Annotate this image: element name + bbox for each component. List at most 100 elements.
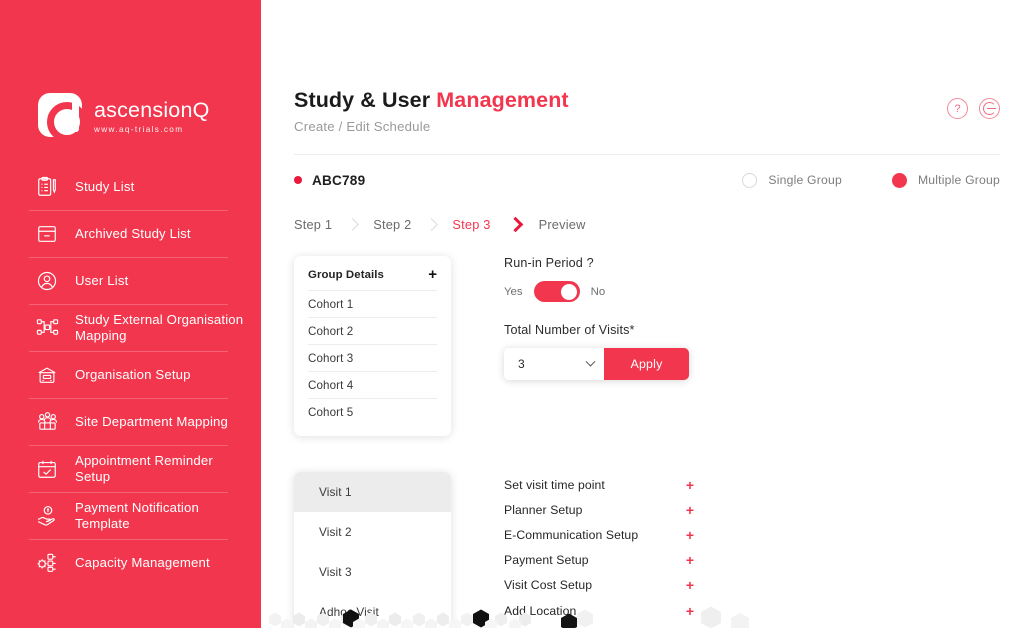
sidebar-item-study-external-organisation-mapping[interactable]: Study External Organisation Mapping	[0, 304, 261, 351]
upper-section: Group Details + Cohort 1 Cohort 2 Cohort…	[294, 256, 1000, 436]
list-item[interactable]: Cohort 3	[308, 344, 437, 371]
step-3[interactable]: Step 3	[452, 217, 490, 232]
group-mode-radios: Single Group Multiple Group	[742, 172, 1000, 188]
hexagon-decoration	[269, 606, 749, 628]
page-title-primary: Study & User	[294, 88, 437, 112]
brand-logo[interactable]: ascensionQ www.aq-trials.com	[0, 0, 261, 152]
breadcrumb: Create / Edit Schedule	[294, 119, 431, 134]
organisation-icon	[34, 362, 60, 388]
page-title-block: Study & User Management Create / Edit Sc…	[294, 88, 947, 134]
sidebar-item-label: Capacity Management	[75, 554, 210, 570]
sidebar-nav: Study List Archived Study List User List…	[0, 163, 261, 586]
setup-label: E-Communication Setup	[504, 527, 639, 542]
study-code: ABC789	[312, 172, 366, 188]
radio-label: Single Group	[768, 173, 842, 187]
chevron-right-icon	[346, 217, 360, 231]
chevron-right-icon	[425, 217, 439, 231]
total-visits-control: 3 Apply	[504, 348, 689, 380]
group-details-header: Group Details +	[308, 267, 437, 290]
site-department-icon	[34, 409, 60, 435]
run-in-column: Run-in Period ? Yes No Total Number of V…	[504, 256, 1000, 436]
radio-mark-icon	[742, 172, 758, 188]
toggle-knob	[560, 283, 577, 300]
plus-icon[interactable]: +	[686, 528, 694, 542]
sidebar-item-label: Payment Notification Template	[75, 500, 199, 531]
sidebar-item-label: Study External Organisation Mapping	[75, 312, 244, 343]
sidebar-item-label: Site Department Mapping	[75, 413, 228, 429]
setup-row-e-communication-setup[interactable]: E-Communication Setup +	[504, 522, 694, 547]
group-details-card: Group Details + Cohort 1 Cohort 2 Cohort…	[294, 256, 451, 436]
plus-icon[interactable]: +	[686, 503, 694, 517]
calendar-check-icon	[34, 456, 60, 482]
step-1[interactable]: Step 1	[294, 217, 332, 232]
radio-mark-icon	[891, 172, 907, 188]
sidebar-item-label: Study List	[75, 178, 135, 194]
gear-capacity-icon	[34, 550, 60, 576]
plus-icon[interactable]: +	[686, 553, 694, 567]
run-in-toggle-row: Yes No	[504, 281, 1000, 302]
radio-single-group[interactable]: Single Group	[742, 172, 842, 188]
study-bar: ABC789 Single Group Multiple Group	[294, 169, 1000, 191]
brand-url: www.aq-trials.com	[94, 125, 184, 134]
chevron-right-active-icon	[507, 216, 523, 232]
archive-box-icon	[34, 221, 60, 247]
step-2[interactable]: Step 2	[373, 217, 411, 232]
list-item[interactable]: Visit 2	[294, 512, 451, 552]
user-circle-icon	[34, 268, 60, 294]
logout-icon[interactable]	[979, 98, 1000, 119]
ascensionq-logo-icon	[38, 93, 87, 142]
header-actions: ?	[947, 88, 1000, 119]
header-divider	[294, 154, 1000, 155]
brand-text: ascensionQ www.aq-trials.com	[94, 96, 210, 134]
radio-label: Multiple Group	[917, 173, 1000, 187]
plus-icon[interactable]: +	[686, 478, 694, 492]
run-in-period-label: Run-in Period ?	[504, 256, 594, 270]
chevron-down-icon	[585, 356, 596, 367]
help-icon[interactable]: ?	[947, 98, 968, 119]
brand-name: ascensionQ	[94, 98, 210, 122]
sidebar-item-label: Appointment Reminder Setup	[75, 453, 213, 484]
list-item[interactable]: Cohort 5	[308, 398, 437, 425]
list-item[interactable]: Visit 1	[294, 472, 451, 512]
setup-row-set-visit-time-point[interactable]: Set visit time point +	[504, 472, 694, 497]
total-visits-select[interactable]: 3	[504, 348, 604, 380]
apply-button[interactable]: Apply	[604, 348, 689, 380]
setup-label: Planner Setup	[504, 502, 583, 517]
sidebar-item-user-list[interactable]: User List	[0, 257, 261, 304]
sidebar-item-study-list[interactable]: Study List	[0, 163, 261, 210]
add-group-button[interactable]: +	[428, 267, 437, 282]
sidebar-item-payment-notification-template[interactable]: Payment Notification Template	[0, 492, 261, 539]
total-visits-label: Total Number of Visits*	[504, 323, 635, 337]
sidebar: ascensionQ www.aq-trials.com Study List	[0, 0, 261, 628]
list-item[interactable]: Visit 3	[294, 552, 451, 592]
page-title-accent: Management	[436, 88, 569, 112]
total-visits-value: 3	[518, 357, 525, 371]
hand-coin-icon	[34, 503, 60, 529]
app-root: ascensionQ www.aq-trials.com Study List	[0, 0, 1028, 628]
toggle-no-label: No	[590, 285, 606, 298]
setup-row-payment-setup[interactable]: Payment Setup +	[504, 548, 694, 573]
toggle-yes-label: Yes	[504, 285, 523, 298]
list-item[interactable]: Cohort 1	[308, 290, 437, 317]
group-details-title: Group Details	[308, 269, 384, 281]
sidebar-item-label: User List	[75, 272, 129, 288]
setup-label: Payment Setup	[504, 553, 589, 568]
list-item[interactable]: Cohort 4	[308, 371, 437, 398]
sidebar-item-organisation-setup[interactable]: Organisation Setup	[0, 351, 261, 398]
run-in-toggle[interactable]	[533, 281, 580, 302]
list-item[interactable]: Cohort 2	[308, 317, 437, 344]
setup-row-planner-setup[interactable]: Planner Setup +	[504, 497, 694, 522]
study-status-dot	[294, 176, 302, 184]
sidebar-item-label: Organisation Setup	[75, 366, 191, 382]
group-details-column: Group Details + Cohort 1 Cohort 2 Cohort…	[294, 256, 451, 436]
sidebar-item-site-department-mapping[interactable]: Site Department Mapping	[0, 398, 261, 445]
clipboard-pen-icon	[34, 174, 60, 200]
sidebar-item-appointment-reminder-setup[interactable]: Appointment Reminder Setup	[0, 445, 261, 492]
sidebar-item-label: Archived Study List	[75, 225, 191, 241]
setup-label: Set visit time point	[504, 477, 605, 492]
sidebar-item-capacity-management[interactable]: Capacity Management	[0, 539, 261, 586]
sidebar-item-archived-study-list[interactable]: Archived Study List	[0, 210, 261, 257]
step-preview[interactable]: Preview	[539, 217, 586, 232]
stepper: Step 1 Step 2 Step 3 Preview	[294, 213, 1000, 235]
radio-multiple-group[interactable]: Multiple Group	[891, 172, 1000, 188]
